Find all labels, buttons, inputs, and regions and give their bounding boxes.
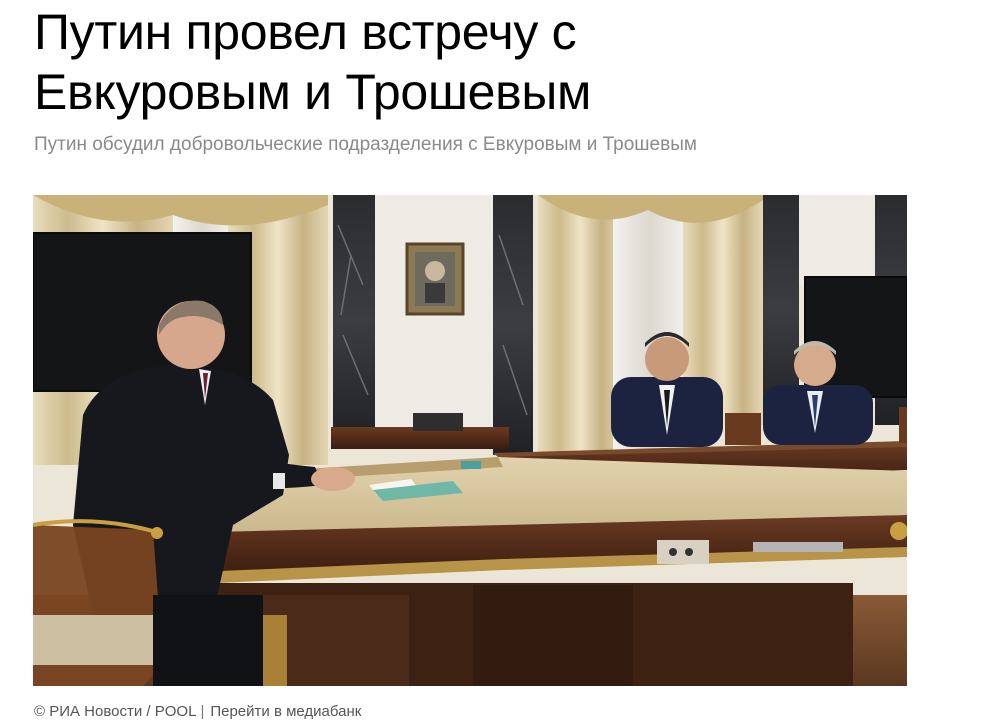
- article-photo[interactable]: [33, 195, 907, 686]
- article-subtitle: Путин обсудил добровольческие подразделе…: [34, 134, 697, 155]
- meeting-photo-illustration: [33, 195, 907, 686]
- photo-caption: © РИА Новости / POOL | Перейти в медиабанк: [34, 703, 361, 721]
- caption-separator: |: [200, 703, 205, 720]
- mediabank-link[interactable]: Перейти в медиабанк: [210, 703, 361, 720]
- article-headline: Путин провел встречу с Евкуровым и Троше…: [34, 4, 592, 120]
- article: Путин провел встречу с Евкуровым и Троше…: [0, 0, 1000, 723]
- photo-credit: © РИА Новости / POOL: [34, 703, 197, 720]
